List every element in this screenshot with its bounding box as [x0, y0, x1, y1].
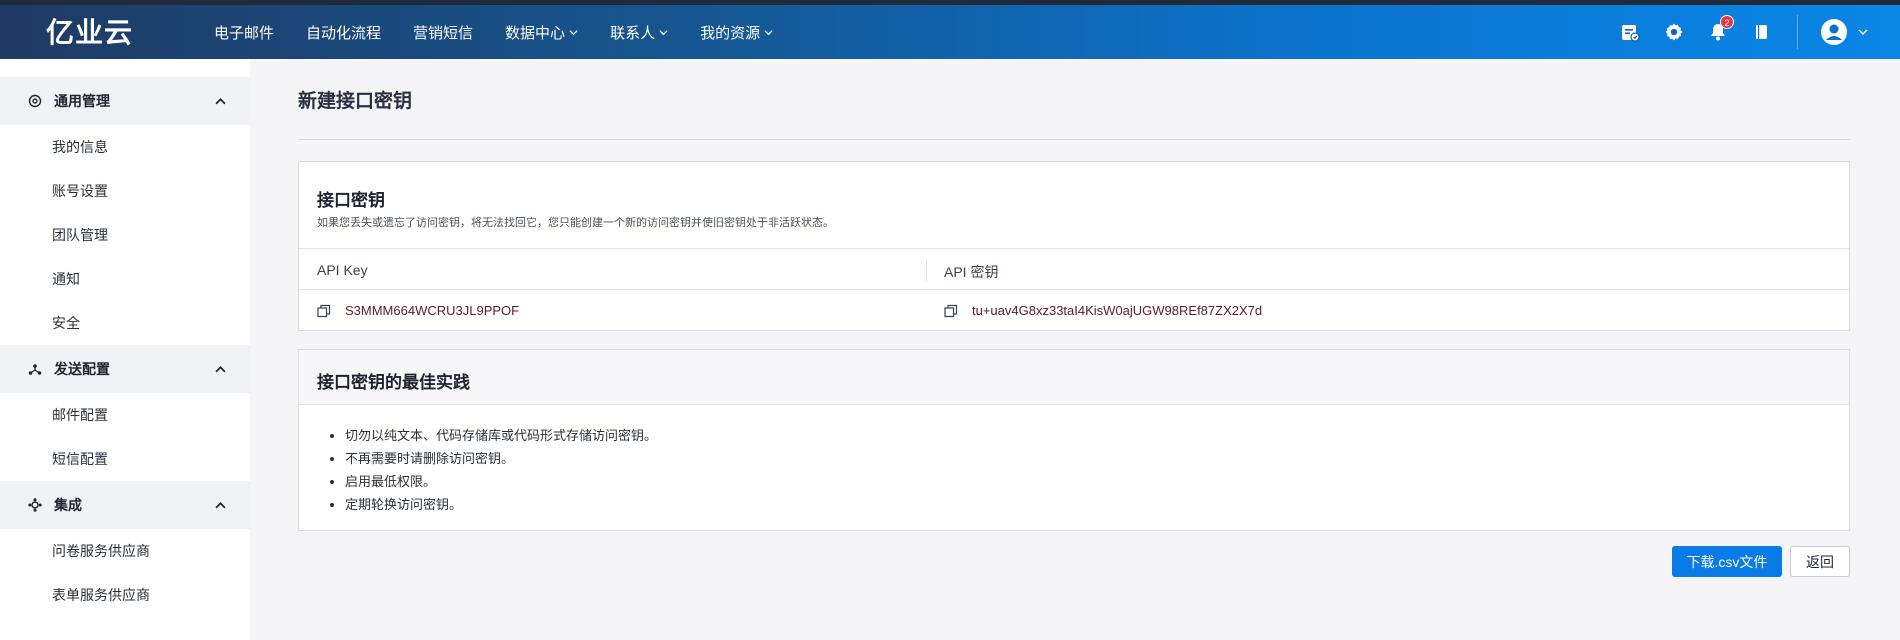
api-secret-cell: tu+uav4G8xz33taI4KisW0ajUGW98REf87ZX2X7d: [944, 303, 1262, 318]
chevron-up-icon: [215, 366, 226, 373]
back-button[interactable]: 返回: [1790, 546, 1850, 577]
nav-label: 电子邮件: [214, 24, 275, 42]
chevron-down-icon: [569, 29, 578, 35]
notification-badge: 2: [1720, 15, 1734, 29]
keys-card-description: 如果您丢失或遗忘了访问密钥，将无法找回它，您只能创建一个新的访问密钥并使旧密钥处…: [317, 217, 834, 229]
sidebar-item-label: 账号设置: [52, 183, 108, 199]
nav-email[interactable]: 电子邮件: [214, 22, 274, 43]
sidebar-item-label: 我的信息: [52, 139, 108, 155]
sidebar-item-label: 问卷服务供应商: [52, 543, 150, 559]
header-actions: 2: [1597, 5, 1900, 59]
col-header-api-secret: API 密钥: [944, 264, 999, 280]
keys-table-header: API Key API 密钥: [299, 248, 1849, 290]
section-title: 集成: [54, 497, 82, 513]
api-key-cell: S3MMM664WCRU3JL9PPOF: [317, 303, 519, 318]
chevron-down-icon: [659, 29, 668, 35]
best-practice-title: 接口密钥的最佳实践: [317, 373, 470, 392]
sidebar-item-label: 通知: [52, 271, 80, 287]
chevron-up-icon: [215, 502, 226, 509]
sidebar-item-my-info[interactable]: 我的信息: [0, 125, 250, 169]
sidebar-item-notifications[interactable]: 通知: [0, 257, 250, 301]
column-divider: [926, 259, 927, 281]
sidebar-item-email-config[interactable]: 邮件配置: [0, 393, 250, 437]
section-title: 通用管理: [54, 93, 110, 109]
nav-label: 自动化流程: [306, 24, 382, 42]
sidebar-item-label: 团队管理: [52, 227, 108, 243]
nav-sms[interactable]: 营销短信: [413, 22, 473, 43]
sidebar-section-integration[interactable]: 集成: [0, 481, 250, 529]
billing-icon[interactable]: [1619, 21, 1641, 43]
nav-my-resources[interactable]: 我的资源: [700, 22, 773, 43]
nav-data-center[interactable]: 数据中心: [505, 22, 578, 43]
api-keys-card: 接口密钥 如果您丢失或遗忘了访问密钥，将无法找回它，您只能创建一个新的访问密钥并…: [298, 161, 1850, 331]
sidebar-item-security[interactable]: 安全: [0, 301, 250, 345]
puzzle-icon: [28, 498, 42, 512]
sidebar-item-sms-config[interactable]: 短信配置: [0, 437, 250, 481]
nav-label: 营销短信: [413, 24, 474, 42]
api-key-value: S3MMM664WCRU3JL9PPOF: [345, 303, 520, 318]
brand-logo[interactable]: 亿业云: [46, 11, 133, 51]
title-divider: [298, 139, 1850, 140]
chevron-up-icon: [215, 98, 226, 105]
list-item: 定期轮换访问密钥。: [345, 493, 657, 516]
sidebar-section-sending[interactable]: 发送配置: [0, 345, 250, 393]
gear-icon[interactable]: [1663, 21, 1685, 43]
sidebar-section-general[interactable]: 通用管理: [0, 77, 250, 125]
api-secret-value: tu+uav4G8xz33taI4KisW0ajUGW98REf87ZX2X7d: [972, 303, 1263, 318]
header-divider: [1797, 15, 1798, 49]
share-nodes-icon: [28, 364, 42, 375]
best-practice-header: 接口密钥的最佳实践: [299, 350, 1849, 405]
sidebar-item-label: 邮件配置: [52, 407, 108, 423]
copy-icon[interactable]: [317, 304, 331, 318]
best-practice-list: 切勿以纯文本、代码存储库或代码形式存储访问密钥。 不再需要时请删除访问密钥。 启…: [345, 424, 657, 516]
best-practice-card: 接口密钥的最佳实践 切勿以纯文本、代码存储库或代码形式存储访问密钥。 不再需要时…: [298, 349, 1850, 531]
sidebar-item-team[interactable]: 团队管理: [0, 213, 250, 257]
download-csv-button[interactable]: 下载.csv文件: [1672, 546, 1782, 577]
sidebar-item-account-settings[interactable]: 账号设置: [0, 169, 250, 213]
page-title: 新建接口密钥: [298, 91, 413, 112]
list-item: 切勿以纯文本、代码存储库或代码形式存储访问密钥。: [345, 424, 657, 447]
sidebar: 通用管理 我的信息 账号设置 团队管理 通知 安全 发送配置 邮件配置 短信配置…: [0, 59, 250, 640]
bell-icon[interactable]: 2: [1707, 15, 1734, 43]
gear-circle-icon: [28, 94, 42, 108]
main-nav: 电子邮件 自动化流程 营销短信 数据中心 联系人 我的资源: [214, 5, 805, 59]
sidebar-item-label: 安全: [52, 315, 80, 331]
list-item: 启用最低权限。: [345, 470, 657, 493]
chevron-down-icon: [1858, 29, 1868, 35]
nav-label: 联系人: [610, 24, 656, 42]
nav-label: 我的资源: [700, 24, 761, 42]
nav-automation[interactable]: 自动化流程: [306, 22, 381, 43]
chevron-down-icon: [764, 29, 773, 35]
copy-icon[interactable]: [944, 304, 958, 318]
sidebar-item-form-providers[interactable]: 表单服务供应商: [0, 573, 250, 617]
col-header-api-key: API Key: [317, 262, 368, 278]
nav-label: 数据中心: [505, 24, 566, 42]
table-row: S3MMM664WCRU3JL9PPOF tu+uav4G8xz33taI4Ki…: [299, 290, 1849, 332]
nav-contacts[interactable]: 联系人: [610, 22, 668, 43]
keys-card-title: 接口密钥: [317, 191, 385, 210]
sidebar-item-label: 短信配置: [52, 451, 108, 467]
section-title: 发送配置: [54, 361, 110, 377]
sidebar-item-survey-providers[interactable]: 问卷服务供应商: [0, 529, 250, 573]
account-menu[interactable]: [1820, 18, 1868, 46]
book-icon[interactable]: [1751, 21, 1773, 43]
sidebar-item-label: 表单服务供应商: [52, 587, 150, 603]
top-navbar: 亿业云 电子邮件 自动化流程 营销短信 数据中心 联系人 我的资源 2: [0, 0, 1900, 59]
list-item: 不再需要时请删除访问密钥。: [345, 447, 657, 470]
user-avatar-icon: [1821, 19, 1847, 45]
